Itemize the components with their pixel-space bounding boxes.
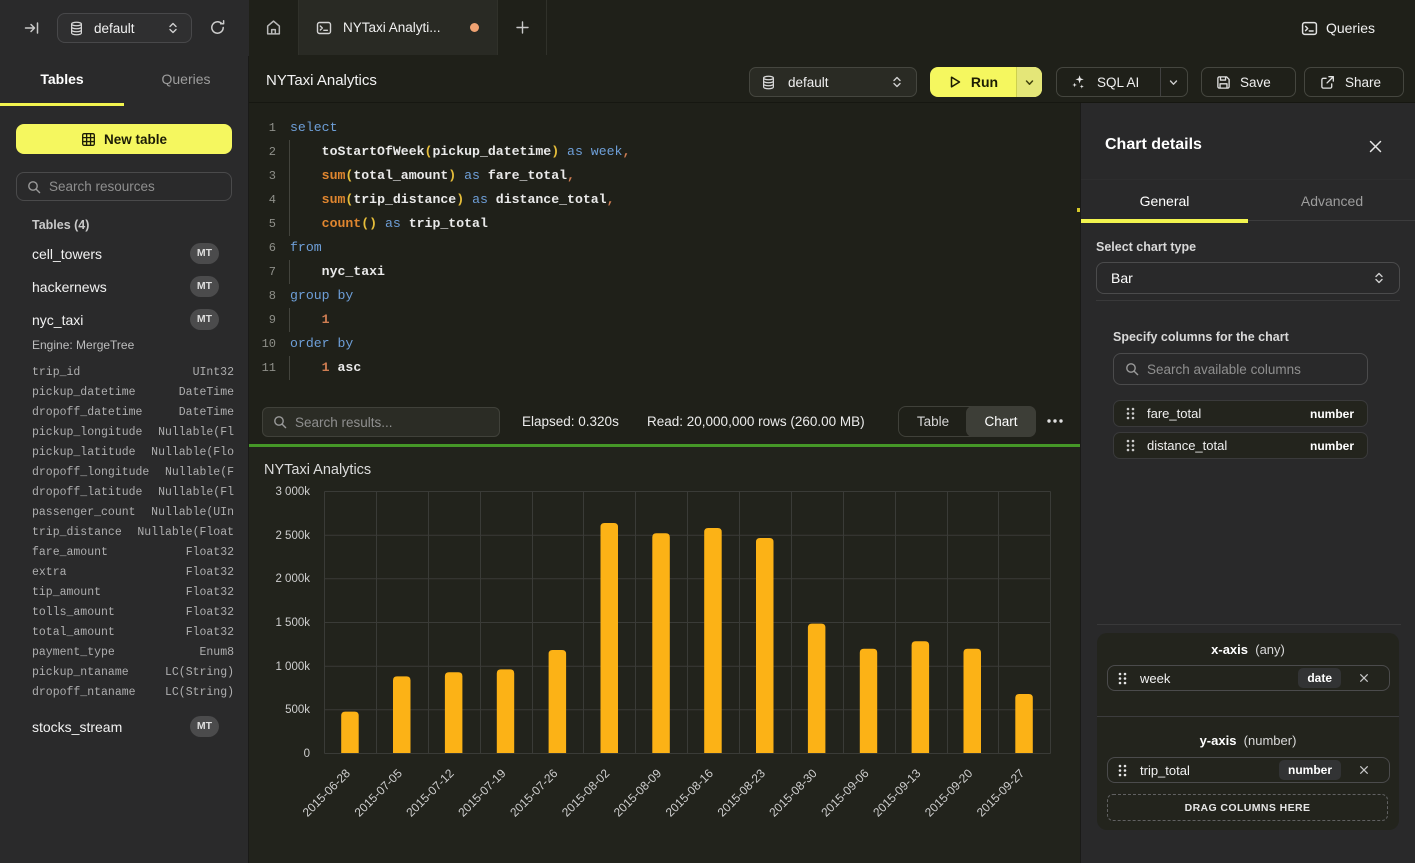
svg-text:2015-07-05: 2015-07-05 [352, 766, 406, 820]
svg-text:500k: 500k [285, 704, 310, 716]
svg-text:2015-09-06: 2015-09-06 [818, 766, 872, 820]
svg-text:2015-07-26: 2015-07-26 [507, 766, 561, 820]
svg-text:0: 0 [304, 748, 310, 760]
svg-text:2015-08-09: 2015-08-09 [611, 766, 665, 820]
svg-text:2015-09-27: 2015-09-27 [974, 766, 1028, 820]
svg-text:2015-08-23: 2015-08-23 [715, 766, 769, 820]
svg-text:2 000k: 2 000k [275, 573, 310, 585]
svg-text:2015-08-02: 2015-08-02 [559, 766, 613, 820]
svg-text:2015-07-12: 2015-07-12 [403, 766, 457, 820]
svg-text:1 000k: 1 000k [275, 661, 310, 673]
svg-text:2015-08-16: 2015-08-16 [663, 766, 717, 820]
svg-text:2015-09-20: 2015-09-20 [922, 766, 976, 820]
svg-text:3 000k: 3 000k [275, 486, 310, 498]
svg-text:NYTaxi Analytics: NYTaxi Analytics [264, 462, 371, 478]
svg-text:1 500k: 1 500k [275, 617, 310, 629]
svg-text:2015-06-28: 2015-06-28 [300, 766, 354, 820]
svg-text:2 500k: 2 500k [275, 530, 310, 542]
svg-text:2015-08-30: 2015-08-30 [766, 766, 820, 820]
svg-text:2015-09-13: 2015-09-13 [870, 766, 924, 820]
svg-text:2015-07-19: 2015-07-19 [455, 766, 509, 820]
